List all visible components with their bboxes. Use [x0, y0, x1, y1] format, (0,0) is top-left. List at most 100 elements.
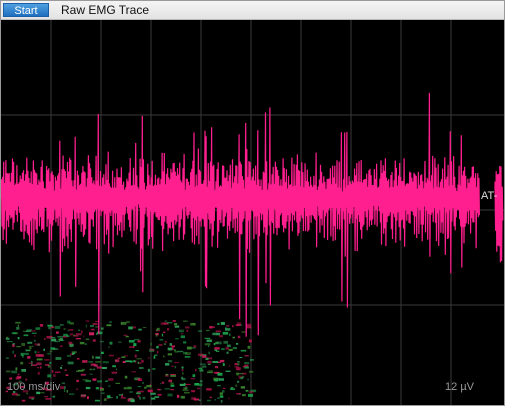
noise-mark — [27, 341, 33, 344]
noise-mark — [36, 362, 42, 366]
noise-mark — [182, 372, 184, 375]
noise-mark — [96, 366, 102, 369]
noise-mark — [60, 367, 62, 369]
noise-mark — [205, 357, 209, 360]
noise-mark — [101, 392, 105, 394]
noise-mark — [207, 360, 212, 364]
noise-mark — [151, 397, 156, 400]
noise-mark — [134, 378, 138, 381]
noise-mark — [66, 390, 68, 393]
noise-mark — [167, 322, 173, 324]
noise-mark — [192, 323, 195, 325]
noise-mark — [129, 391, 133, 393]
noise-mark — [126, 386, 132, 390]
noise-mark — [155, 333, 158, 337]
noise-mark — [237, 361, 240, 363]
noise-mark — [174, 365, 177, 369]
oscilloscope-display: AT- 100 ms/div 12 µV — [1, 20, 504, 405]
start-button[interactable]: Start — [3, 3, 49, 17]
noise-mark — [183, 382, 186, 386]
noise-mark — [170, 389, 174, 391]
noise-mark — [212, 361, 219, 363]
noise-mark — [172, 347, 174, 350]
noise-mark — [136, 392, 141, 395]
noise-mark — [63, 328, 66, 330]
noise-mark — [75, 333, 82, 336]
noise-mark — [235, 343, 239, 345]
noise-mark — [61, 365, 63, 367]
noise-mark — [225, 328, 231, 331]
noise-mark — [124, 355, 128, 357]
noise-mark — [92, 339, 96, 342]
noise-mark — [226, 325, 230, 327]
noise-mark — [217, 385, 221, 387]
noise-mark — [167, 360, 173, 363]
noise-mark — [191, 390, 196, 393]
noise-mark — [174, 351, 179, 353]
emg-trace-canvas — [1, 20, 504, 405]
noise-mark — [147, 389, 153, 393]
noise-mark — [206, 388, 212, 391]
noise-mark — [77, 358, 80, 360]
noise-mark — [219, 359, 225, 363]
noise-mark — [214, 366, 219, 369]
noise-mark — [64, 389, 66, 392]
noise-mark — [198, 383, 203, 387]
noise-mark — [35, 354, 39, 357]
noise-mark — [123, 334, 128, 336]
noise-mark — [130, 399, 135, 402]
noise-mark — [186, 329, 189, 332]
noise-mark — [160, 383, 162, 385]
noise-mark — [47, 352, 51, 355]
noise-mark — [82, 379, 89, 381]
noise-mark — [247, 390, 249, 392]
noise-mark — [31, 397, 34, 400]
noise-mark — [35, 327, 41, 330]
noise-mark — [232, 325, 234, 328]
noise-mark — [156, 345, 159, 349]
noise-mark — [84, 343, 87, 345]
noise-mark — [21, 399, 26, 402]
noise-mark — [89, 324, 94, 328]
noise-mark — [202, 365, 207, 368]
noise-mark — [92, 355, 94, 359]
noise-mark — [108, 378, 114, 381]
noise-mark — [184, 391, 190, 394]
noise-mark — [167, 347, 173, 351]
noise-mark — [181, 366, 184, 369]
noise-mark — [15, 367, 18, 371]
noise-mark — [160, 322, 167, 325]
noise-mark — [9, 377, 13, 380]
noise-mark — [185, 387, 188, 389]
noise-mark — [240, 377, 243, 380]
noise-mark — [50, 337, 56, 339]
noise-mark — [21, 343, 26, 346]
noise-mark — [198, 367, 203, 369]
noise-mark — [208, 351, 210, 355]
noise-mark — [142, 396, 146, 400]
noise-mark — [208, 345, 210, 347]
noise-mark — [135, 350, 139, 352]
noise-mark — [173, 349, 177, 352]
noise-mark — [154, 354, 158, 356]
toolbar: Start Raw EMG Trace — [1, 1, 504, 20]
noise-mark — [230, 388, 235, 390]
noise-mark — [15, 321, 21, 324]
noise-mark — [250, 359, 254, 361]
noise-mark — [167, 328, 170, 331]
noise-mark — [204, 343, 211, 346]
noise-mark — [185, 352, 191, 355]
noise-mark — [36, 358, 43, 361]
noise-mark — [89, 373, 93, 375]
noise-mark — [235, 324, 241, 327]
noise-mark — [34, 343, 41, 346]
noise-mark — [230, 387, 234, 389]
noise-mark — [45, 364, 50, 366]
noise-mark — [65, 374, 69, 376]
noise-mark — [54, 371, 61, 373]
noise-mark — [137, 340, 141, 343]
noise-mark — [139, 396, 141, 400]
noise-mark — [133, 343, 137, 347]
noise-mark — [217, 397, 220, 399]
noise-mark — [164, 388, 171, 390]
